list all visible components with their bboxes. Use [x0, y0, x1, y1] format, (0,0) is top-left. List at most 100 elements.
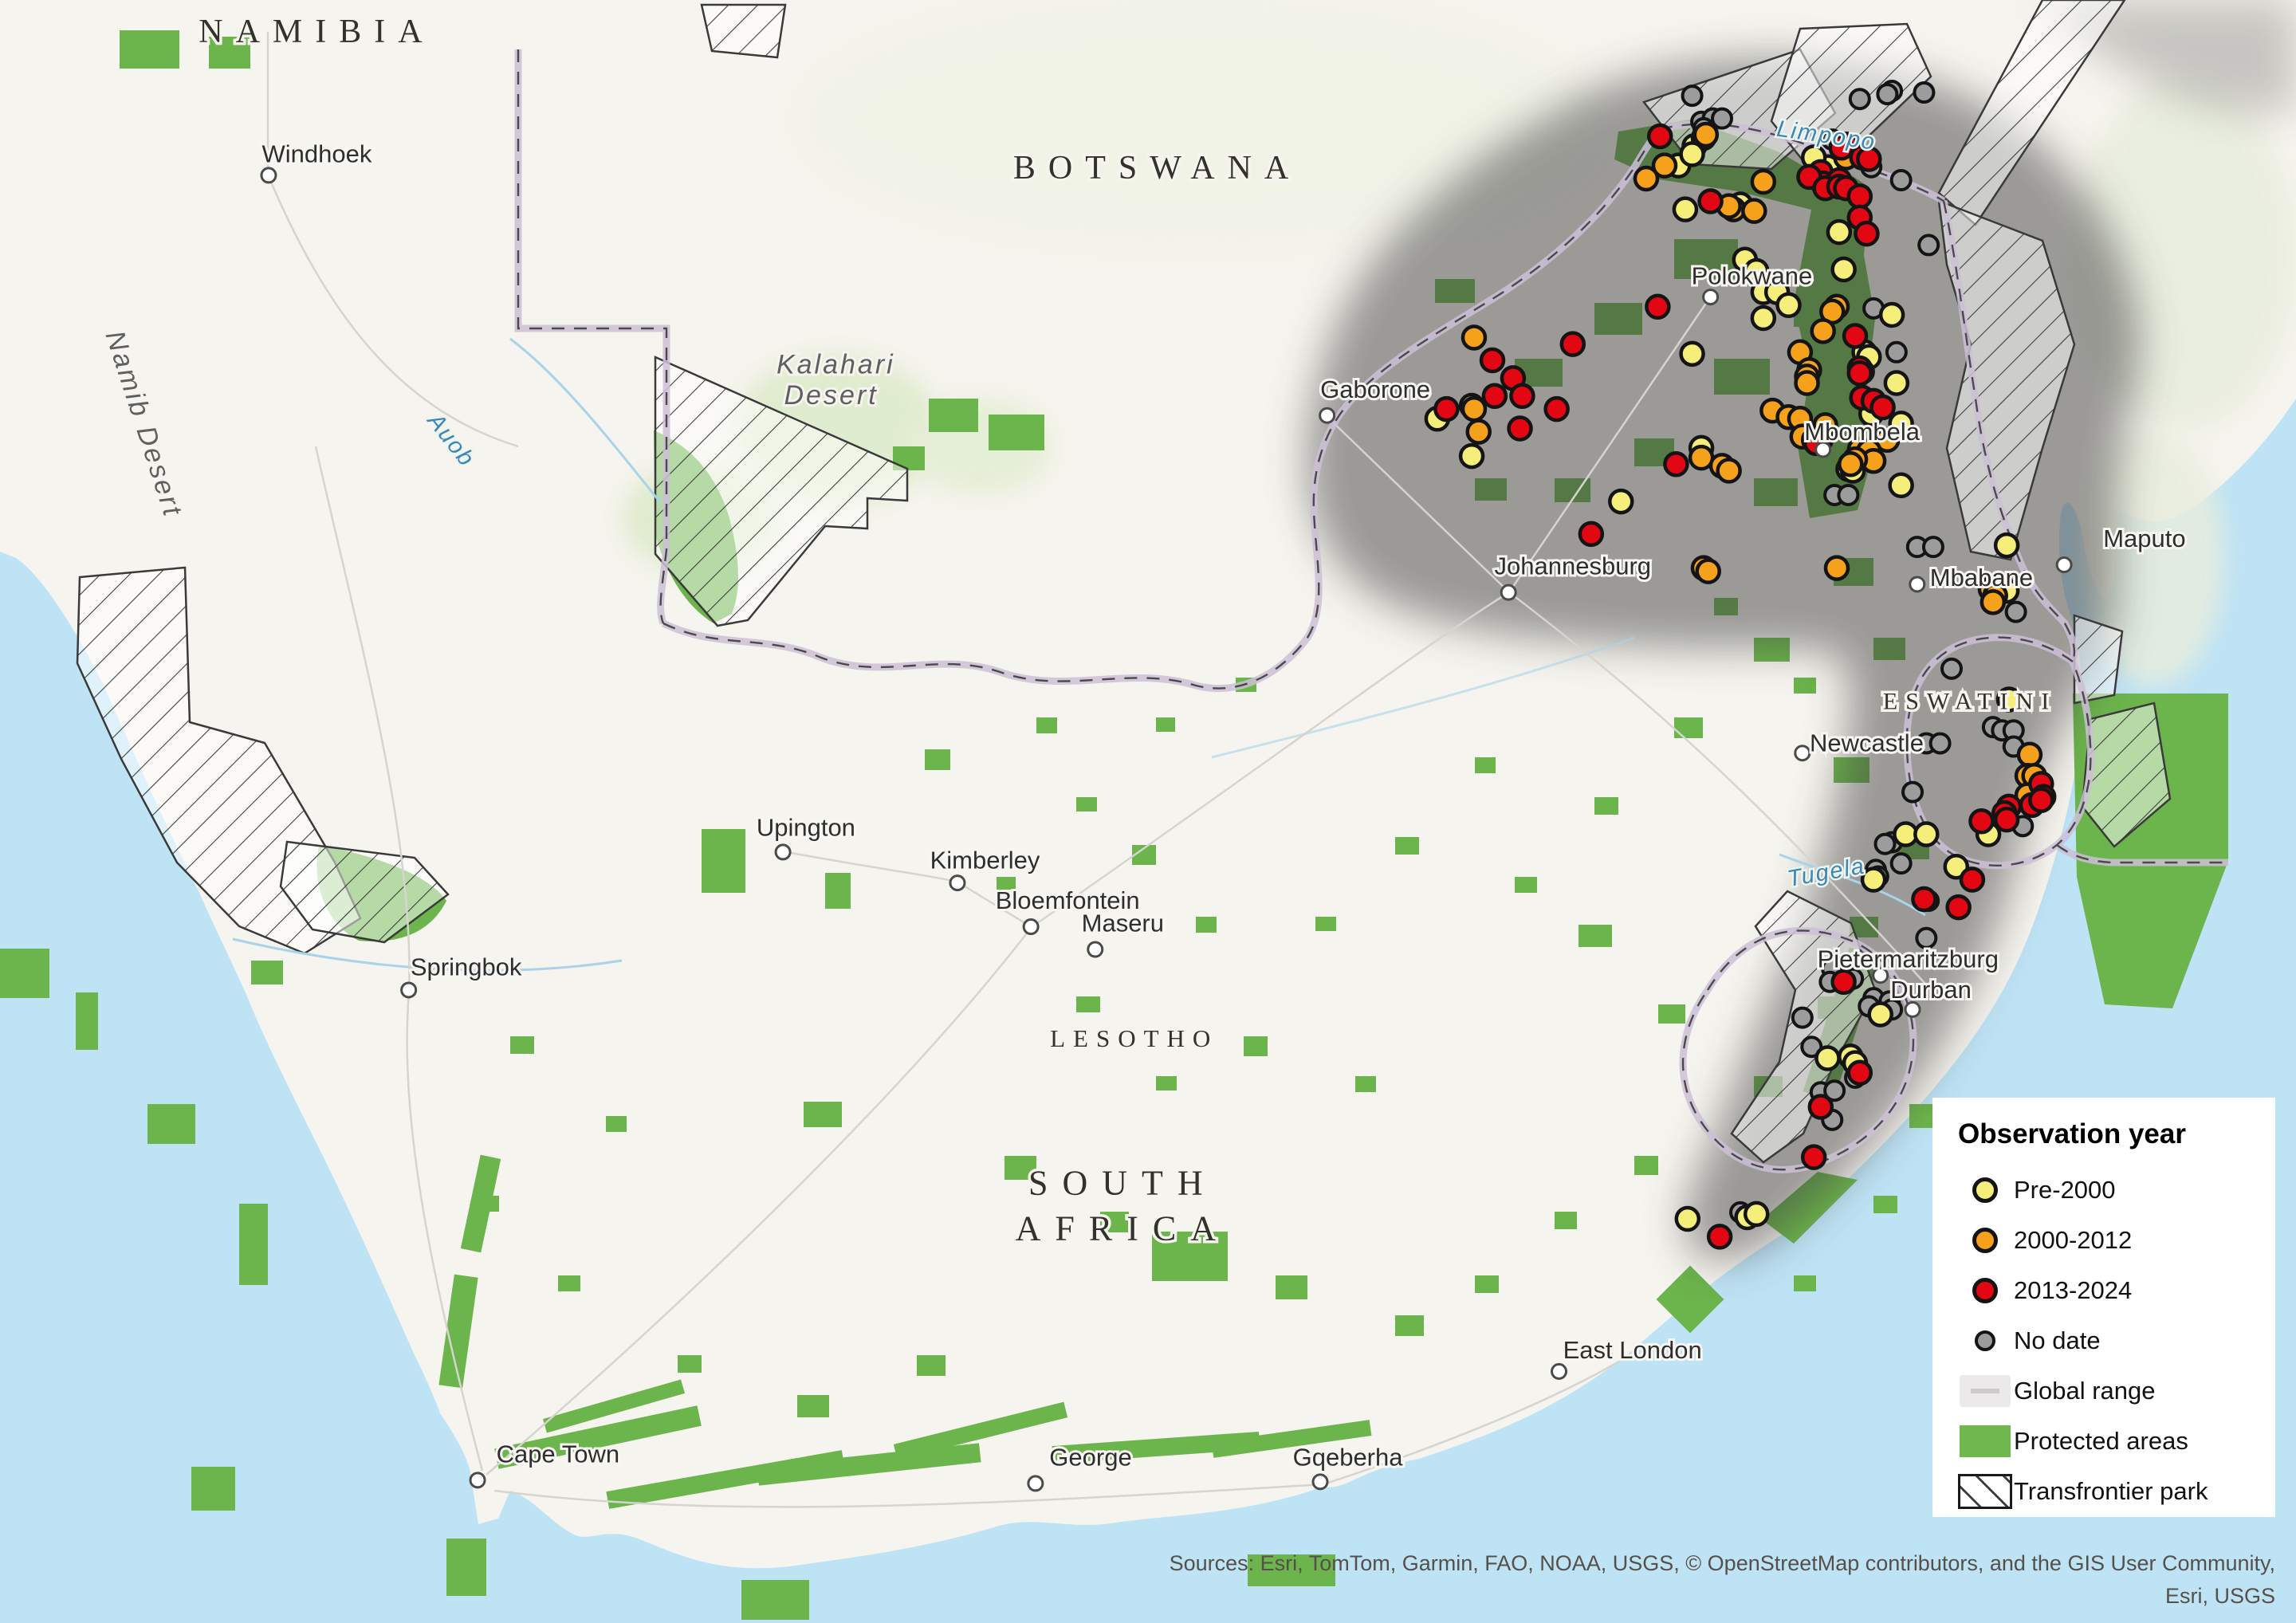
obs-dot-y2000_2012: [1982, 591, 2004, 613]
obs-dot-y2000_2012: [1697, 560, 1720, 583]
obs-dot-pre2000: [1752, 307, 1775, 329]
legend-item-2000-2012: 2000-2012: [1956, 1224, 2255, 1256]
obs-dot-no_date: [1903, 783, 1922, 802]
obs-dot-y2000_2012: [1463, 326, 1485, 348]
obs-dot-y2000_2012: [1826, 557, 1848, 580]
obs-dot-y2000_2012: [1463, 398, 1485, 420]
obs-dot-y2013_2024: [1509, 418, 1531, 440]
obs-dot-pre2000: [1745, 1203, 1767, 1225]
protected-areas-swatch-icon: [1960, 1425, 2011, 1457]
obs-dot-y2013_2024: [1546, 398, 1568, 420]
obs-dot-y2013_2024: [1810, 1096, 1832, 1118]
legend-item-protected-areas: Protected areas: [1956, 1425, 2255, 1457]
obs-dot-no_date: [1914, 83, 1933, 102]
city-marker-johannesburg: [1501, 585, 1516, 599]
obs-dot-no_date: [1942, 659, 1961, 678]
city-marker-kimberley: [950, 876, 965, 890]
obs-dot-y2013_2024: [1562, 333, 1584, 356]
obs-dot-y2013_2024: [1844, 324, 1866, 347]
city-marker-mbabane: [1910, 577, 1924, 591]
obs-dot-no_date: [1931, 733, 1950, 753]
obs-dot-y2013_2024: [1481, 349, 1504, 371]
obs-dot-pre2000: [1778, 294, 1800, 316]
obs-dot-y2000_2012: [1468, 421, 1490, 443]
city-label-east-london: East London: [1563, 1336, 1702, 1364]
city-label-mbabane: Mbabane: [1930, 564, 2033, 591]
obs-dot-pre2000: [1881, 304, 1903, 326]
obs-dot-y2013_2024: [1580, 523, 1602, 545]
transfrontier-park-swatch-icon: [1958, 1474, 2012, 1509]
country-label-south: SOUTH: [1028, 1163, 1217, 1202]
city-label-windhoek: Windhoek: [262, 140, 372, 168]
obs-dot-no_date: [1887, 343, 1906, 362]
obs-dot-pre2000: [1833, 258, 1855, 281]
city-label-upington: Upington: [757, 814, 855, 842]
obs-dot-y2013_2024: [1961, 869, 1983, 891]
obs-dot-pre2000: [1869, 1004, 1892, 1026]
obs-dot-y2013_2024: [1948, 896, 1970, 918]
obs-dot-y2000_2012: [1743, 200, 1765, 222]
obs-dot-y2013_2024: [1646, 296, 1669, 318]
city-label-newcastle: Newcastle: [1810, 729, 1924, 757]
obs-dot-y2000_2012: [1812, 320, 1834, 342]
obs-dot-y2000_2012: [1839, 453, 1862, 475]
city-label-george: George: [1049, 1444, 1131, 1472]
city-marker-upington: [776, 845, 790, 859]
city-marker-george: [1028, 1476, 1043, 1491]
city-marker-gqeberha: [1313, 1475, 1327, 1489]
obs-dot-pre2000: [1816, 1047, 1838, 1069]
obs-dot-y2013_2024: [1872, 396, 1894, 419]
2013-2024-dot-icon: [1972, 1278, 1998, 1303]
obs-dot-pre2000: [1461, 445, 1483, 467]
obs-dot-y2013_2024: [1708, 1225, 1731, 1248]
city-marker-east-london: [1552, 1364, 1567, 1378]
city-label-cape-town: Cape Town: [497, 1440, 620, 1468]
city-marker-springbok: [402, 983, 416, 997]
country-label-namibia: NAMIBIA: [199, 14, 434, 50]
obs-dot-pre2000: [1885, 371, 1908, 394]
legend-item-2013-2024: 2013-2024: [1956, 1275, 2255, 1307]
obs-dot-y2000_2012: [1695, 124, 1717, 146]
obs-dot-y2013_2024: [1970, 810, 1992, 832]
obs-dot-y2013_2024: [1511, 385, 1533, 407]
obs-dot-y2013_2024: [1649, 125, 1671, 147]
country-label-botswana: BOTSWANA: [1013, 150, 1301, 187]
obs-dot-y2000_2012: [1796, 371, 1818, 394]
obs-dot-y2013_2024: [1849, 185, 1871, 207]
obs-dot-pre2000: [1890, 474, 1913, 497]
obs-dot-y2013_2024: [1833, 971, 1855, 993]
obs-dot-y2013_2024: [1803, 1146, 1825, 1169]
obs-dot-pre2000: [1610, 490, 1632, 513]
city-marker-gaborone: [1320, 408, 1335, 422]
obs-dot-y2013_2024: [1435, 398, 1457, 420]
obs-dot-y2013_2024: [1855, 222, 1877, 245]
legend-item-transfrontier-park: Transfrontier park: [1956, 1476, 2255, 1507]
obs-dot-y2013_2024: [1484, 385, 1506, 407]
city-label-pietermaritzburg: Pietermaritzburg: [1818, 945, 1999, 973]
city-marker-durban: [1905, 1002, 1920, 1016]
legend-item-no-date: No date: [1956, 1325, 2255, 1357]
obs-dot-y2013_2024: [1849, 1062, 1871, 1084]
obs-dot-pre2000: [1681, 343, 1704, 365]
city-label-maputo: Maputo: [2103, 525, 2185, 552]
legend-item-global-range: Global range: [1956, 1375, 2255, 1407]
city-marker-cape-town: [470, 1473, 485, 1487]
obs-dot-y2000_2012: [1653, 155, 1676, 177]
country-label-lesotho: LESOTHO: [1050, 1024, 1218, 1052]
city-label-bloemfontein: Bloemfontein: [996, 886, 1140, 914]
city-marker-newcastle: [1795, 746, 1810, 760]
city-label-johannesburg: Johannesburg: [1495, 552, 1652, 580]
place-label-kalahari-1: Kalahari: [776, 349, 895, 379]
city-label-kimberley: Kimberley: [930, 846, 1040, 874]
city-label-mbombela: Mbombela: [1804, 418, 1920, 446]
global-range-swatch-icon: [1960, 1375, 2011, 1407]
obs-dot-y2013_2024: [1995, 808, 2018, 831]
no-date-dot-icon: [1975, 1330, 1995, 1351]
city-label-gqeberha: Gqeberha: [1293, 1444, 1404, 1472]
obs-dot-no_date: [1892, 171, 1911, 190]
obs-dot-no_date: [1924, 537, 1943, 556]
attribution-line-2: Esri, USGS: [1170, 1580, 2275, 1613]
legend: Observation year Pre-2000 2000-2012 2013…: [1932, 1098, 2275, 1517]
city-label-durban: Durban: [1890, 976, 1972, 1004]
obs-dot-pre2000: [1681, 143, 1704, 165]
